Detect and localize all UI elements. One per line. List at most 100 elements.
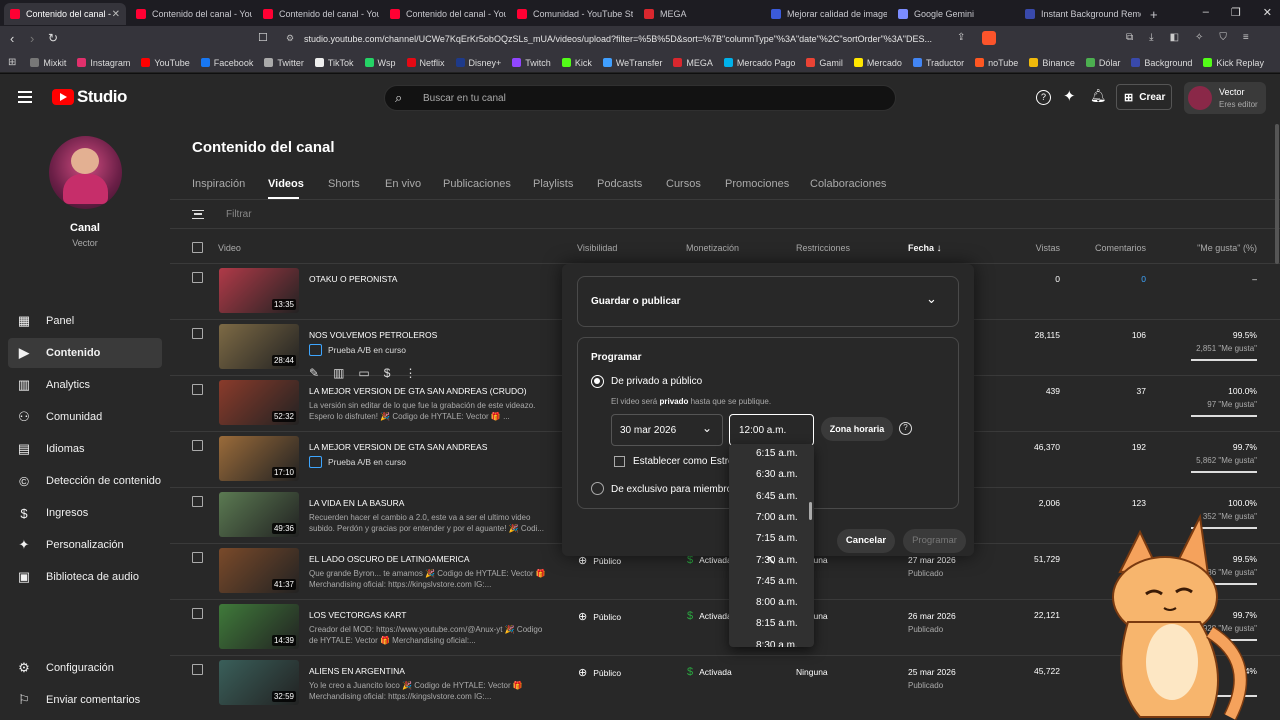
bookmark-item[interactable]: Dólar	[1085, 58, 1120, 68]
bookmark-item[interactable]: Twitch	[512, 58, 551, 68]
close-window-icon[interactable]: ✕	[1263, 6, 1272, 19]
members-only-radio[interactable]	[591, 482, 604, 495]
forward-icon[interactable]: ›	[30, 31, 34, 46]
browser-tab[interactable]: Instant Background Remo	[1019, 3, 1141, 25]
time-option[interactable]: 7:15 a.m.	[729, 528, 814, 549]
video-thumbnail[interactable]: 17:10	[219, 436, 299, 481]
sidebar-item-ingresos[interactable]: $ Ingresos	[8, 498, 162, 528]
maximize-icon[interactable]: ❐	[1231, 6, 1241, 19]
row-checkbox[interactable]	[192, 552, 203, 563]
help-icon[interactable]: ?	[1036, 90, 1051, 105]
tab-promociones[interactable]: Promociones	[725, 178, 789, 190]
save-publish-section[interactable]: Guardar o publicar ⌄	[577, 276, 959, 327]
back-icon[interactable]: ‹	[10, 31, 14, 46]
comments-value[interactable]: 106	[1086, 330, 1146, 340]
video-title[interactable]: EL LADO OSCURO DE LATINOAMERICA	[309, 554, 470, 564]
tab-publicaciones[interactable]: Publicaciones	[443, 178, 511, 190]
sidebar-item-personalización[interactable]: ✦ Personalización	[8, 530, 162, 560]
sidebar-item-detección[interactable]: © Detección de contenido	[8, 466, 162, 496]
sidebar-item-panel[interactable]: ▦ Panel	[8, 306, 162, 336]
tab-colaboraciones[interactable]: Colaboraciones	[810, 178, 886, 190]
monetization-cell[interactable]: $ Activada	[687, 610, 732, 622]
menu-icon[interactable]: ≡	[1243, 32, 1249, 43]
timezone-button[interactable]: Zona horaria	[821, 417, 893, 441]
sidebar-item-feedback[interactable]: ⚐ Enviar comentarios	[8, 685, 162, 715]
browser-tab[interactable]: Contenido del canal - You	[257, 3, 379, 25]
row-checkbox[interactable]	[192, 384, 203, 395]
page-scrollbar[interactable]	[1275, 124, 1279, 264]
channel-search-box[interactable]: ⌕ Buscar en tu canal	[384, 85, 896, 111]
time-option[interactable]: 6:15 a.m.	[729, 444, 814, 464]
comments-value[interactable]: 37	[1086, 386, 1146, 396]
bookmark-item[interactable]: MEGA	[673, 58, 713, 68]
bookmark-item[interactable]: Traductor	[912, 58, 964, 68]
comments-value[interactable]: 123	[1086, 498, 1146, 508]
bookmark-item[interactable]: Facebook	[200, 58, 253, 68]
bookmark-item[interactable]: WeTransfer	[602, 58, 662, 68]
apps-grid-icon[interactable]: ⊞	[8, 57, 16, 68]
time-option[interactable]: 7:45 a.m.	[729, 571, 814, 592]
time-value[interactable]: 12:00 a.m.	[739, 425, 786, 436]
close-tab-icon[interactable]: ✕	[112, 9, 120, 20]
channel-avatar[interactable]	[49, 136, 122, 209]
search-input[interactable]: Buscar en tu canal	[423, 93, 506, 104]
bookmark-item[interactable]: Background	[1131, 58, 1192, 68]
gemini-spark-icon[interactable]: ✦	[1063, 87, 1076, 105]
browser-tab[interactable]: Google Gemini	[892, 3, 1014, 25]
brave-shield-icon[interactable]	[982, 31, 996, 45]
tab-cursos[interactable]: Cursos	[666, 178, 701, 190]
bookmark-item[interactable]: Binance	[1029, 58, 1075, 68]
video-thumbnail[interactable]: 14:39	[219, 604, 299, 649]
filter-input[interactable]: Filtrar	[226, 209, 252, 220]
url-field[interactable]: studio.youtube.com/channel/UCWe7KqErKr5o…	[304, 34, 944, 44]
bookmark-item[interactable]: Disney+	[455, 58, 501, 68]
visibility-cell[interactable]: ⊕ Público	[578, 666, 621, 679]
bookmark-item[interactable]: TikTok	[314, 58, 354, 68]
comments-value[interactable]: 192	[1086, 442, 1146, 452]
monetization-icon[interactable]: $	[384, 366, 391, 380]
bookmark-item[interactable]: Twitter	[264, 58, 304, 68]
site-settings-icon[interactable]: ⚙	[286, 33, 294, 44]
tab-playlists[interactable]: Playlists	[533, 178, 573, 190]
browser-tab[interactable]: Mejorar calidad de imagen	[765, 3, 887, 25]
new-tab-button[interactable]: +	[1144, 3, 1164, 25]
sidebar-item-settings[interactable]: ⚙ Configuración	[8, 653, 162, 683]
browser-tab[interactable]: MEGA	[638, 3, 760, 25]
download-icon[interactable]: ⤓	[1149, 32, 1153, 43]
edit-pencil-icon[interactable]: ✎	[309, 366, 319, 380]
comments-value[interactable]: 0	[1086, 274, 1146, 284]
video-thumbnail[interactable]: 28:44	[219, 324, 299, 369]
bookmark-item[interactable]: Netflix	[406, 58, 445, 68]
time-input[interactable]: 12:00 a.m.	[729, 414, 814, 446]
analytics-icon[interactable]: ▥	[333, 366, 344, 380]
video-thumbnail[interactable]: 32:59	[219, 660, 299, 705]
bookmark-item[interactable]: Instagram	[77, 58, 130, 68]
sidebar-item-contenido[interactable]: ▶ Contenido	[8, 338, 162, 368]
tab-en-vivo[interactable]: En vivo	[385, 178, 421, 190]
tab-shorts[interactable]: Shorts	[328, 178, 360, 190]
video-title[interactable]: LOS VECTORGAS KART	[309, 610, 406, 620]
tab-podcasts[interactable]: Podcasts	[597, 178, 642, 190]
dropdown-scrollbar[interactable]	[809, 502, 812, 520]
bookmark-item[interactable]: Kick	[561, 58, 592, 68]
youtube-logo-icon[interactable]	[52, 89, 74, 105]
bookmark-item[interactable]: YouTube	[141, 58, 190, 68]
video-title[interactable]: LA VIDA EN LA BASURA	[309, 498, 404, 508]
browser-tab[interactable]: Contenido del canal - You	[384, 3, 506, 25]
minimize-icon[interactable]: –	[1203, 6, 1209, 19]
cancel-button[interactable]: Cancelar	[837, 529, 895, 553]
hamburger-menu-icon[interactable]	[18, 91, 32, 103]
video-title[interactable]: LA MEJOR VERSION DE GTA SAN ANDREAS (CRU…	[309, 386, 527, 396]
extension-icon[interactable]: ✧	[1195, 32, 1203, 43]
tab-videos[interactable]: Videos	[268, 178, 304, 190]
visibility-cell[interactable]: ⊕ Público	[578, 610, 621, 623]
browser-tab[interactable]: Contenido del canal - ✕	[4, 3, 126, 25]
monetization-cell[interactable]: $ Activada	[687, 666, 732, 678]
sidebar-item-biblioteca[interactable]: ▣ Biblioteca de audio	[8, 562, 162, 592]
video-title[interactable]: NOS VOLVEMOS PETROLEROS	[309, 330, 437, 340]
bookmark-item[interactable]: Gamil	[806, 58, 843, 68]
time-option[interactable]: 6:30 a.m.	[729, 464, 814, 485]
create-button[interactable]: ⊞ Crear	[1116, 84, 1172, 110]
timezone-help-icon[interactable]: ?	[899, 422, 912, 435]
video-thumbnail[interactable]: 52:32	[219, 380, 299, 425]
